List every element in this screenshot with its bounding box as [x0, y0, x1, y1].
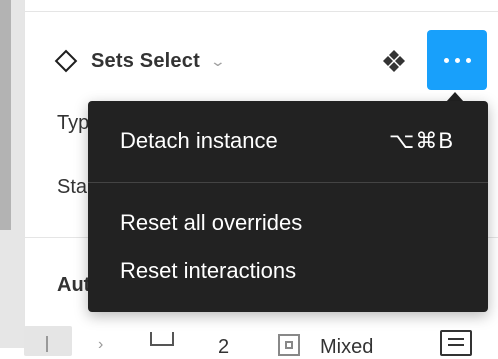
menu-item-reset-interactions[interactable]: Reset interactions — [88, 251, 488, 291]
arrow-down-icon — [46, 336, 48, 352]
go-to-main-component-icon[interactable] — [381, 48, 407, 74]
more-options-button[interactable] — [427, 30, 487, 90]
auto-layout-title: Aut — [57, 274, 91, 296]
chevron-down-icon[interactable]: ⌄ — [210, 53, 226, 70]
menu-separator — [88, 182, 488, 183]
property-label-type: Typ — [57, 112, 90, 134]
instance-header[interactable]: Sets Select ⌄ — [54, 44, 226, 78]
divider — [25, 11, 498, 12]
menu-item-detach-instance[interactable]: Detach instance ⌥⌘B — [88, 121, 488, 161]
more-options-icon-dot — [454, 57, 460, 63]
instance-name[interactable]: Sets Select — [91, 50, 200, 73]
menu-item-label: Reset interactions — [120, 258, 297, 283]
menu-item-label: Reset all overrides — [120, 210, 303, 235]
arrow-right-icon[interactable]: › — [98, 336, 103, 354]
component-instance-icon — [54, 49, 78, 73]
direction-vertical-button[interactable] — [24, 326, 72, 356]
padding-icon — [278, 334, 300, 356]
alignment-icon[interactable] — [440, 330, 472, 356]
menu-item-label: Detach instance — [120, 128, 278, 153]
canvas-selection-shade — [0, 0, 11, 230]
more-options-icon — [443, 57, 449, 63]
menu-item-shortcut: ⌥⌘B — [388, 128, 454, 153]
canvas-edge — [0, 0, 24, 348]
menu-item-reset-all-overrides[interactable]: Reset all overrides — [88, 203, 488, 243]
more-options-icon-dot — [465, 57, 471, 63]
property-label-state: Sta — [57, 176, 88, 198]
auto-layout-controls: › 2 Mixed — [24, 324, 498, 358]
spacing-icon — [150, 332, 174, 346]
instance-context-menu: Detach instance ⌥⌘B Reset all overrides … — [88, 101, 488, 312]
